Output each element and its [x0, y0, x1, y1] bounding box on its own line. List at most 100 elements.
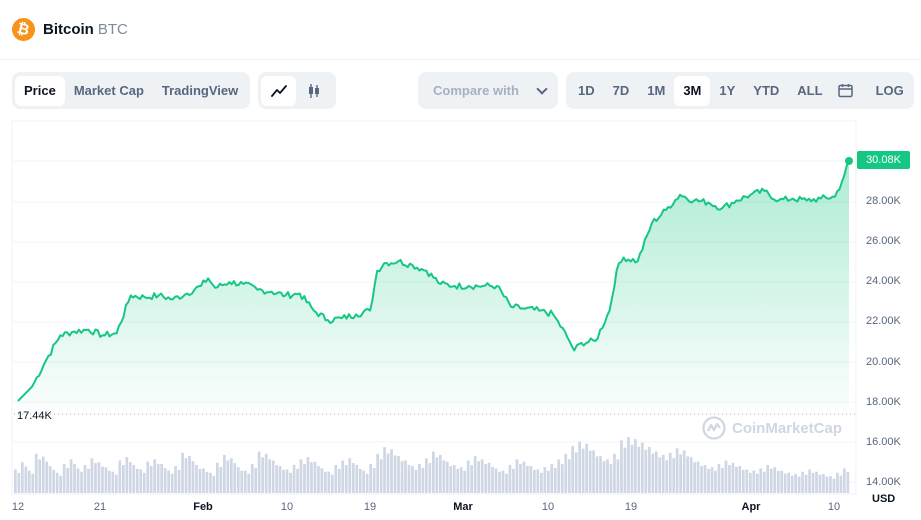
volume-bar — [128, 462, 132, 493]
range-ytd[interactable]: YTD — [744, 76, 788, 106]
price-chart[interactable] — [0, 118, 921, 498]
volume-bar — [783, 473, 787, 493]
volume-bar — [728, 465, 731, 493]
volume-bar — [393, 455, 397, 493]
volume-bar — [550, 463, 554, 493]
compare-dropdown[interactable]: Compare with — [418, 72, 558, 109]
volume-bar — [794, 474, 797, 493]
volume-bar — [310, 462, 313, 493]
volume-bar — [390, 449, 393, 493]
volume-bar — [344, 465, 348, 493]
volume-bar — [756, 473, 759, 493]
volume-bar — [724, 460, 728, 493]
volume-bar — [83, 465, 87, 493]
volume-bar — [822, 474, 825, 493]
volume-bar — [261, 457, 264, 493]
volume-bar — [456, 468, 460, 493]
volume-bar — [397, 456, 400, 493]
volume-bar — [752, 470, 756, 493]
volume-bar — [661, 454, 665, 493]
currency-label: USD — [872, 493, 896, 505]
volume-bar — [257, 451, 261, 493]
volume-bar — [599, 456, 602, 493]
volume-bar — [38, 459, 42, 493]
coin-name: Bitcoin — [43, 21, 94, 38]
volume-bar — [432, 451, 435, 493]
volume-bar — [292, 465, 296, 493]
volume-bar — [742, 469, 745, 493]
volume-bar — [428, 463, 432, 493]
volume-bar — [585, 443, 588, 493]
volume-bar — [184, 458, 188, 493]
volume-bar — [634, 439, 637, 493]
volume-bar — [94, 463, 97, 493]
coinmarketcap-logo-icon — [702, 416, 726, 440]
x-tick-label: 19 — [624, 501, 638, 513]
volume-bar — [641, 442, 644, 493]
volume-bars — [14, 437, 850, 493]
volume-bar — [331, 474, 334, 493]
min-price-label: 17.44K — [17, 410, 52, 422]
volume-bar — [226, 460, 230, 493]
volume-bar — [14, 469, 17, 493]
volume-bar — [703, 465, 707, 493]
coinmarketcap-watermark: CoinMarketCap — [702, 416, 842, 440]
volume-bar — [484, 464, 487, 493]
volume-bar — [675, 448, 679, 493]
volume-bar — [707, 468, 710, 493]
range-7d[interactable]: 7D — [604, 76, 639, 106]
volume-bar — [122, 465, 125, 493]
volume-bar — [285, 469, 289, 493]
range-1m[interactable]: 1M — [638, 76, 674, 106]
volume-bar — [41, 456, 45, 493]
tab-tradingview[interactable]: TradingView — [153, 76, 247, 106]
volume-bar — [536, 469, 540, 493]
volume-bar — [348, 458, 352, 493]
log-scale-toggle[interactable]: LOG — [867, 76, 913, 106]
tab-price[interactable]: Price — [15, 75, 65, 106]
volume-bar — [491, 467, 494, 493]
volume-bar — [212, 475, 216, 493]
range-all[interactable]: ALL — [788, 76, 831, 106]
volume-bar — [313, 461, 317, 493]
volume-bar — [327, 471, 331, 493]
volume-bar — [682, 450, 686, 493]
volume-bar — [407, 465, 411, 493]
volume-bar — [404, 460, 407, 493]
range-1d[interactable]: 1D — [569, 76, 604, 106]
volume-bar — [459, 467, 463, 493]
volume-bar — [153, 459, 156, 493]
tab-market-cap[interactable]: Market Cap — [65, 76, 153, 106]
volume-bar — [167, 470, 170, 493]
range-1y[interactable]: 1Y — [710, 76, 744, 106]
volume-bar — [87, 468, 90, 493]
volume-bar — [230, 458, 233, 493]
candlestick-button[interactable] — [296, 76, 331, 106]
volume-bar — [595, 456, 599, 493]
range-3m[interactable]: 3M — [674, 75, 711, 106]
volume-bar — [797, 476, 801, 493]
volume-bar — [142, 472, 146, 493]
volume-bar — [320, 468, 324, 493]
volume-bar — [654, 451, 658, 493]
current-price-dot — [845, 157, 853, 165]
volume-bar — [710, 467, 714, 493]
volume-bar — [540, 472, 543, 493]
volume-bar — [278, 466, 282, 493]
volume-bar — [738, 466, 742, 493]
volume-bar — [623, 447, 627, 493]
line-chart-button[interactable] — [261, 75, 296, 106]
volume-bar — [289, 472, 292, 493]
y-tick-label: 28.00K — [866, 195, 901, 207]
volume-bar — [296, 468, 299, 493]
volume-bar — [160, 463, 163, 493]
calendar-button[interactable] — [832, 76, 859, 106]
volume-bar — [672, 458, 676, 493]
chart-type-toggle — [258, 72, 336, 109]
volume-bar — [163, 468, 167, 493]
volume-bar — [574, 452, 578, 493]
volume-bar — [487, 462, 491, 493]
volume-bar — [303, 464, 306, 493]
volume-bar — [560, 464, 564, 493]
volume-bar — [115, 474, 118, 493]
